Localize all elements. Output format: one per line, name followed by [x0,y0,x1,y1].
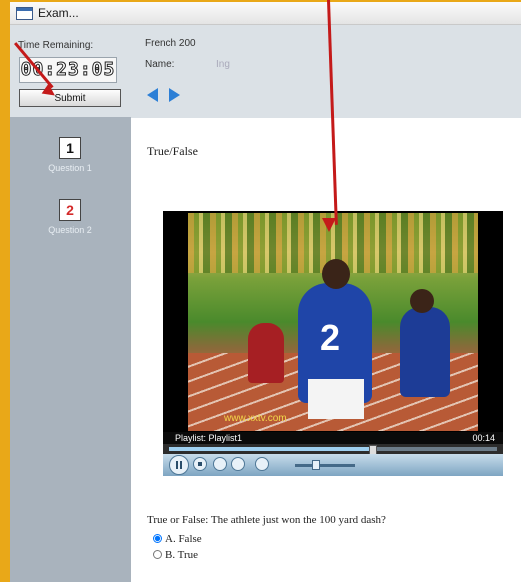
countdown-timer: 00:23:05 [19,57,117,83]
question-1-label: Question 1 [48,163,92,173]
sidebar: Time Remaining: 00:23:05 Submit 1 Questi… [10,25,131,582]
seek-bar[interactable] [163,444,503,455]
figure-head-2 [410,289,434,313]
volume-track[interactable] [295,464,355,467]
stop-icon[interactable] [193,457,207,471]
previous-icon[interactable] [213,457,227,471]
title-bar: Exam... [10,2,521,25]
next-icon[interactable] [231,457,245,471]
annotation-arrowhead-video [322,218,336,232]
arrow-right-icon[interactable] [169,88,180,102]
question-area: True/False 2 www.xxtv.com Playlist: Play… [131,118,521,582]
figure-athlete: 2 [298,283,372,419]
seek-progress [169,447,373,451]
volume-thumb[interactable] [312,460,320,470]
player-controls [163,454,503,476]
exam-window: Exam... Time Remaining: 00:23:05 Submit … [10,2,521,582]
question-nav-2[interactable]: 2 Question 2 [20,199,120,235]
option-a-radio[interactable] [153,534,162,543]
time-remaining-label: Time Remaining: [18,40,94,51]
window-title: Exam... [38,6,79,20]
question-text: True or False: The athlete just won the … [147,514,386,526]
question-1-number: 1 [59,137,81,159]
name-label: Name: [145,59,175,70]
mute-icon[interactable] [255,457,269,471]
question-2-label: Question 2 [48,225,92,235]
playback-time: 00:14 [472,433,495,443]
question-navigation [145,88,195,104]
question-type: True/False [147,144,198,158]
window-icon [16,7,33,20]
figure-head [322,259,350,289]
pause-icon[interactable] [169,455,189,475]
playlist-label: Playlist: Playlist1 [175,433,243,443]
option-b-label: B. True [165,549,199,561]
figure-teammate [400,307,450,397]
student-name: Ing [216,59,230,70]
video-watermark: www.xxtv.com [224,413,287,424]
submit-button[interactable]: Submit [19,89,121,107]
player-info-bar: Playlist: Playlist1 00:14 [163,432,503,444]
question-nav-1[interactable]: 1 Question 1 [20,137,120,173]
seek-track [169,445,497,455]
video-frame[interactable]: 2 www.xxtv.com [188,213,478,431]
option-b[interactable]: B. True [153,549,198,561]
arrow-left-icon[interactable] [147,88,158,102]
timer-panel: Time Remaining: 00:23:05 Submit [10,25,131,117]
option-a[interactable]: A. False [153,533,202,545]
course-name: French 200 [145,38,196,49]
option-a-label: A. False [165,533,202,545]
option-b-radio[interactable] [153,550,162,559]
figure-red [248,323,284,383]
exam-header: French 200 Name: Ing [131,25,521,118]
media-player: 2 www.xxtv.com Playlist: Playlist1 00:14 [163,211,503,476]
question-2-number: 2 [59,199,81,221]
